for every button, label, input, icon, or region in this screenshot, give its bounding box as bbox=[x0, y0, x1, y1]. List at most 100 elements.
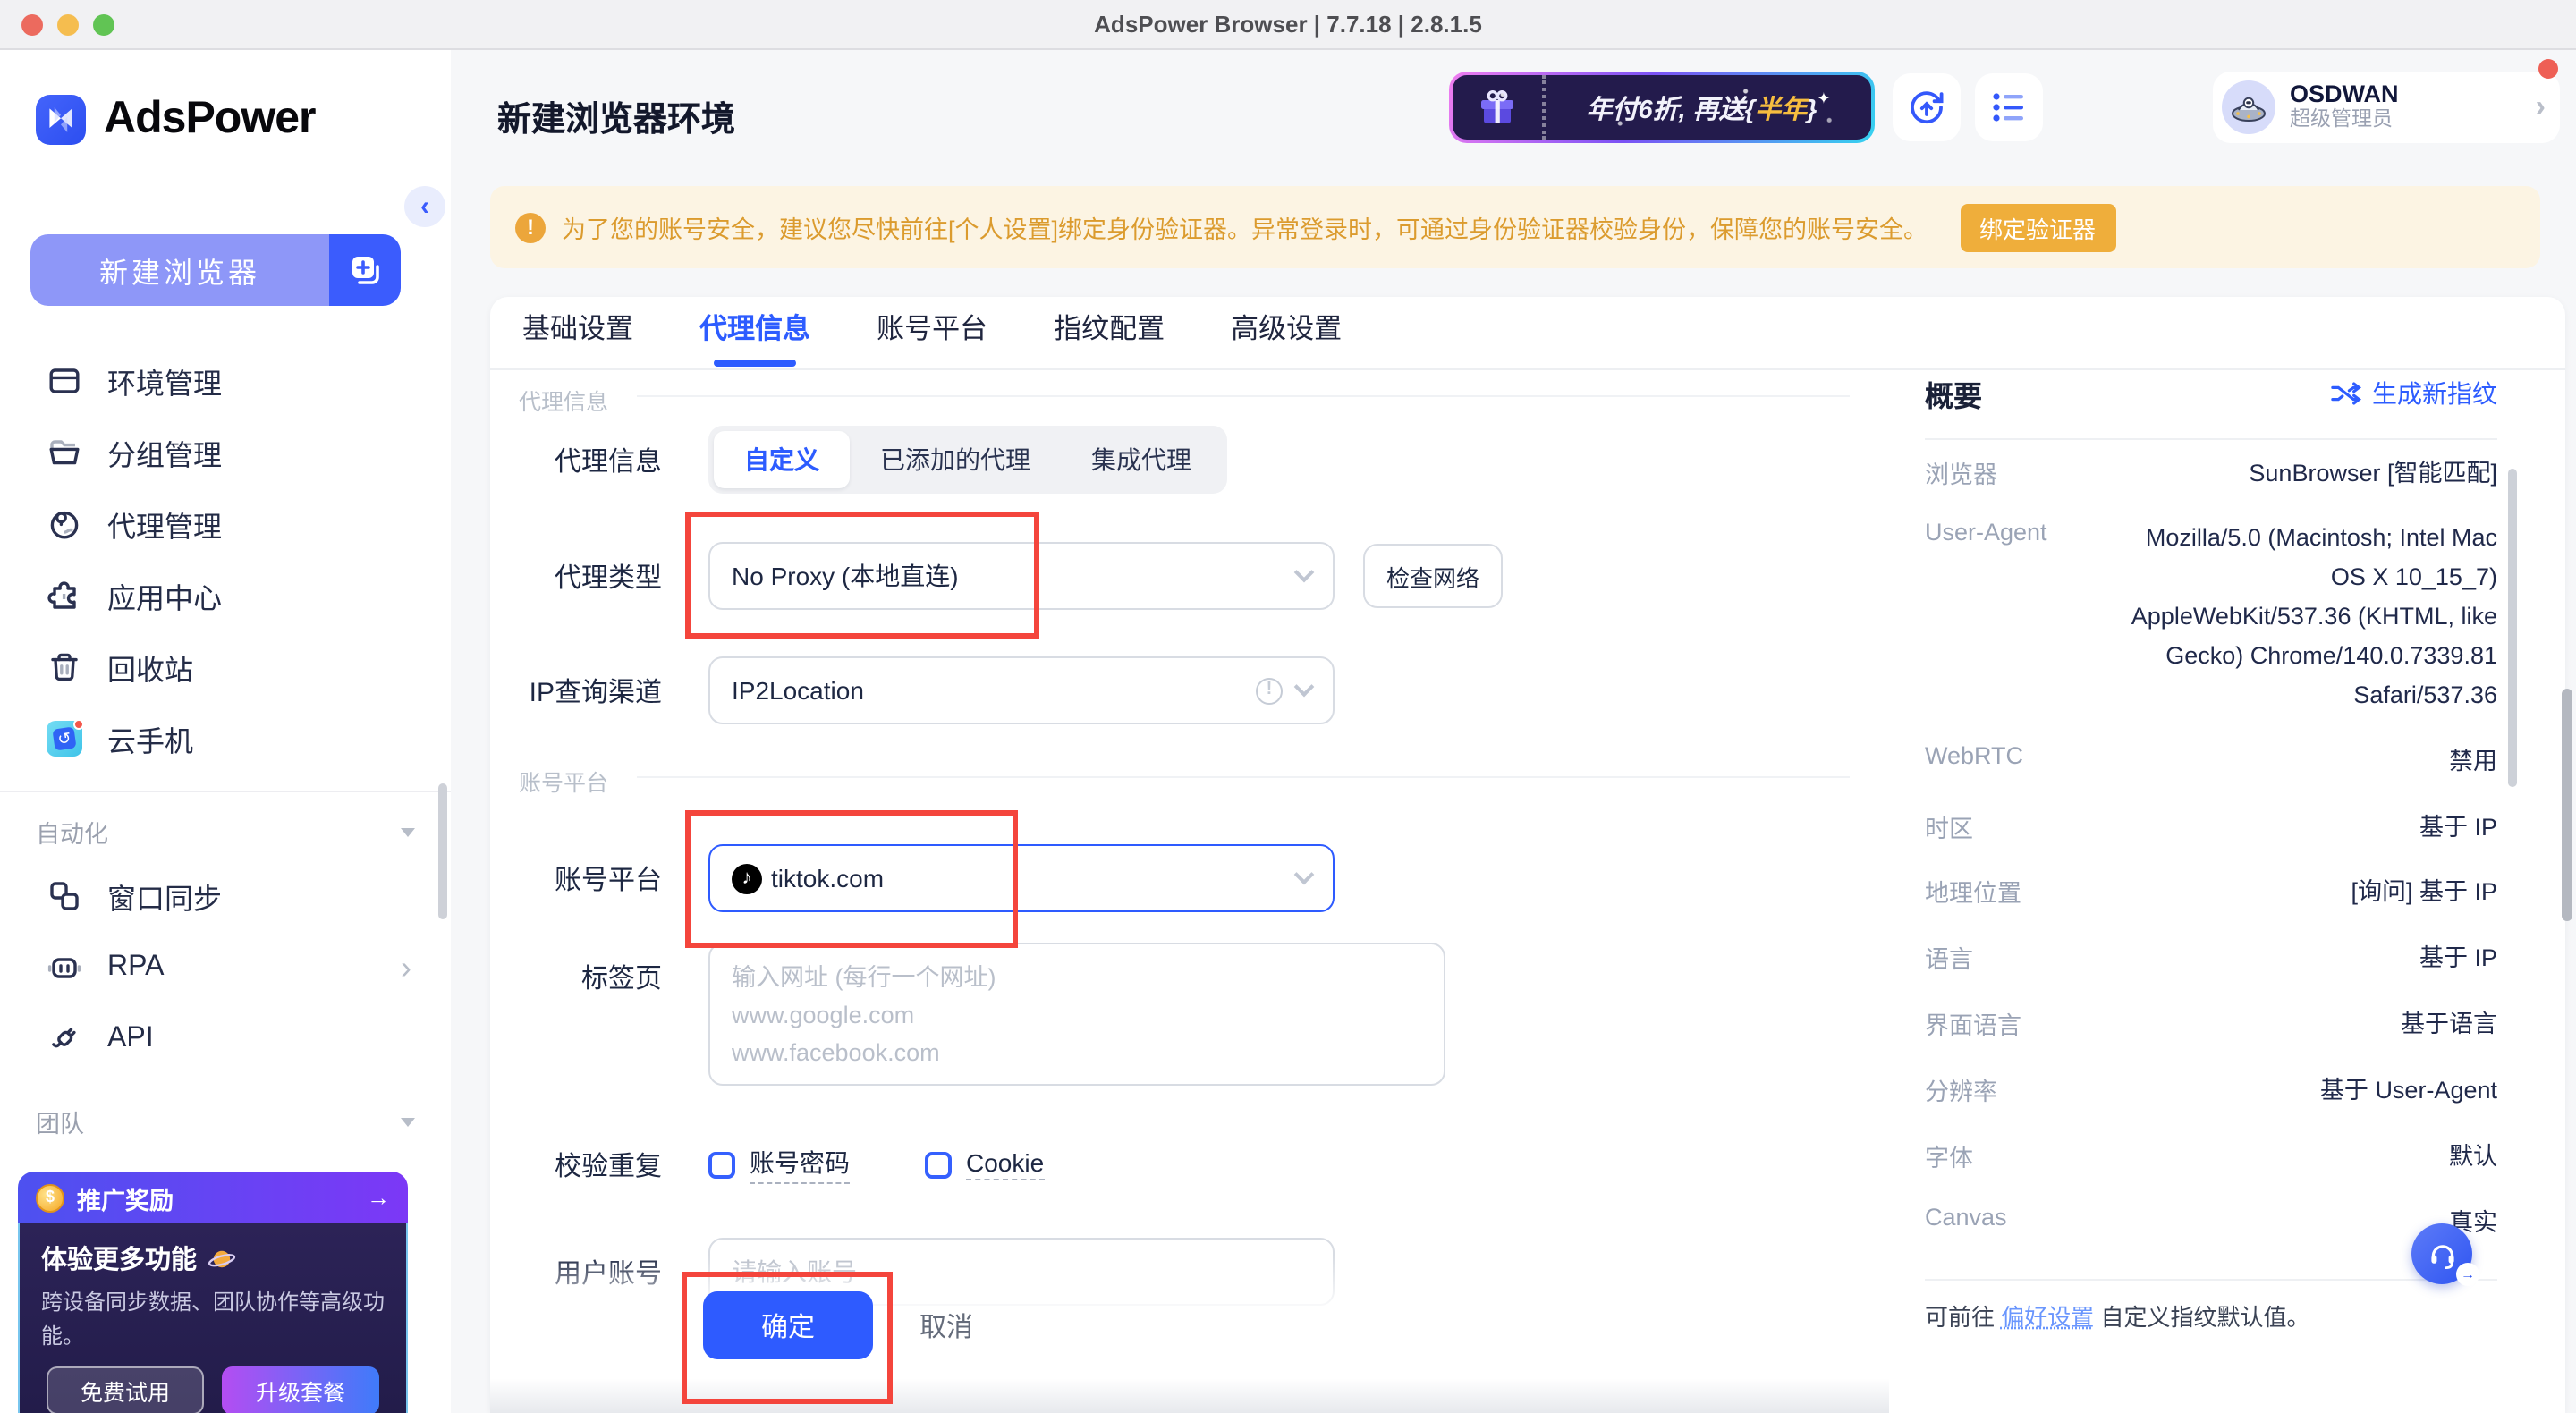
list-icon bbox=[1989, 88, 2029, 127]
refresh-icon bbox=[1907, 88, 1946, 127]
checkbox-icon[interactable] bbox=[925, 1151, 952, 1178]
placeholder-line: www.google.com bbox=[732, 996, 1422, 1034]
tabs-page-textarea[interactable]: 输入网址 (每行一个网址) www.google.com www.faceboo… bbox=[708, 943, 1445, 1086]
page-title: 新建浏览器环境 bbox=[497, 93, 735, 141]
tab-fingerprint-config[interactable]: 指纹配置 bbox=[1054, 296, 1165, 369]
sidebar-item-label: 代理管理 bbox=[107, 503, 222, 546]
page-scrollbar-thumb[interactable] bbox=[2562, 689, 2572, 921]
tab-advanced-settings[interactable]: 高级设置 bbox=[1231, 296, 1342, 369]
chevron-down-icon bbox=[401, 1117, 415, 1126]
proxy-mode-integrated[interactable]: 集成代理 bbox=[1061, 431, 1222, 488]
sidebar-scrollbar-thumb[interactable] bbox=[438, 783, 447, 919]
sidebar-item-groups[interactable]: 分组管理 bbox=[0, 417, 451, 488]
sidebar-item-label: RPA bbox=[107, 952, 164, 984]
summary-row: 分辨率基于 User-Agent bbox=[1925, 1058, 2497, 1124]
robot-icon bbox=[47, 950, 82, 986]
tab-account-platform[interactable]: 账号平台 bbox=[877, 296, 987, 369]
sync-button[interactable] bbox=[1893, 73, 1961, 141]
window-title: AdsPower Browser | 7.7.18 | 2.8.1.5 bbox=[0, 0, 2576, 50]
summary-row: 浏览器SunBrowser [智能匹配] bbox=[1925, 440, 2497, 506]
planet-icon bbox=[208, 1244, 236, 1273]
warning-icon: ! bbox=[515, 212, 546, 242]
ip-channel-label: IP查询渠道 bbox=[490, 672, 662, 709]
sidebar-item-label: API bbox=[107, 1023, 154, 1055]
window-sync-icon bbox=[47, 878, 82, 914]
ip-channel-value: IP2Location bbox=[732, 676, 864, 705]
confirm-button[interactable]: 确定 bbox=[703, 1291, 873, 1359]
chevron-right-icon: › bbox=[401, 949, 411, 986]
avatar bbox=[2222, 80, 2275, 134]
proxy-mode-custom[interactable]: 自定义 bbox=[714, 431, 850, 488]
section-proxy-label: 代理信息 bbox=[519, 383, 608, 417]
section-divider bbox=[637, 395, 1850, 397]
sidebar-item-recycle[interactable]: 回收站 bbox=[0, 631, 451, 703]
ip-channel-select[interactable]: IP2Location ! bbox=[708, 656, 1335, 724]
sidebar-collapse-button[interactable]: ‹ bbox=[404, 186, 445, 227]
proxy-type-row: 代理类型 No Proxy (本地直连) 检查网络 bbox=[490, 542, 1503, 610]
preferences-note: 可前往 偏好设置 自定义指纹默认值。 bbox=[1925, 1299, 2497, 1333]
sidebar: AdsPower ‹ 新建浏览器 环境管理 分组管理 代理管理 bbox=[0, 50, 451, 1413]
tabs-page-row: 标签页 输入网址 (每行一个网址) www.google.com www.fac… bbox=[490, 943, 1445, 1086]
referral-rewards-banner[interactable]: $ 推广奖励 → bbox=[18, 1172, 408, 1223]
check-network-button[interactable]: 检查网络 bbox=[1363, 544, 1503, 608]
dedupe-credentials-checkbox[interactable]: 账号密码 bbox=[708, 1145, 850, 1184]
headset-icon bbox=[2425, 1237, 2459, 1271]
sidebar-item-api[interactable]: API bbox=[0, 1003, 451, 1075]
proxy-mode-added[interactable]: 已添加的代理 bbox=[850, 431, 1061, 488]
proxy-type-select[interactable]: No Proxy (本地直连) bbox=[708, 542, 1335, 610]
section-label: 团队 bbox=[36, 1104, 84, 1139]
cancel-button[interactable]: 取消 bbox=[919, 1291, 973, 1359]
user-name: OSDWAN bbox=[2290, 81, 2399, 109]
panel-scrollbar-thumb[interactable] bbox=[2508, 469, 2517, 787]
sidebar-item-environment[interactable]: 环境管理 bbox=[0, 345, 451, 417]
environment-list-button[interactable] bbox=[1975, 73, 2043, 141]
tiktok-icon: ♪ bbox=[732, 863, 762, 893]
folder-icon bbox=[47, 435, 82, 470]
cloud-phone-icon: ↺ bbox=[47, 721, 82, 757]
chevron-right-icon: › bbox=[2536, 89, 2546, 125]
chevron-down-icon bbox=[1294, 563, 1315, 583]
upgrade-plan-button[interactable]: 升级套餐 bbox=[222, 1366, 379, 1413]
trash-icon bbox=[47, 649, 82, 685]
promo-ticket-banner[interactable]: 年付6折, 再送{半年}✦ bbox=[1449, 72, 1875, 143]
new-browser-plus-icon[interactable] bbox=[329, 234, 401, 306]
plug-icon bbox=[47, 1021, 82, 1057]
macos-titlebar: AdsPower Browser | 7.7.18 | 2.8.1.5 bbox=[0, 0, 2576, 50]
checkbox-label: Cookie bbox=[966, 1148, 1044, 1180]
proxy-info-label: 代理信息 bbox=[490, 441, 662, 478]
bind-authenticator-button[interactable]: 绑定验证器 bbox=[1960, 203, 2115, 251]
proxy-type-value: No Proxy (本地直连) bbox=[732, 558, 959, 594]
customer-support-button[interactable]: → bbox=[2411, 1223, 2472, 1284]
sidebar-nav-automation: 窗口同步 RPA › API bbox=[0, 860, 451, 1075]
notice-text: 为了您的账号安全，建议您尽快前往[个人设置]绑定身份验证器。异常登录时，可通过身… bbox=[562, 209, 1928, 245]
referral-label: 推广奖励 bbox=[77, 1180, 174, 1215]
section-divider bbox=[637, 776, 1850, 778]
sidebar-item-proxy[interactable]: 代理管理 bbox=[0, 488, 451, 560]
dedupe-row: 校验重复 账号密码 Cookie bbox=[490, 1145, 1119, 1184]
promo-title: 体验更多功能 bbox=[41, 1240, 197, 1277]
summary-title: 概要 bbox=[1925, 372, 1982, 415]
sidebar-item-appcenter[interactable]: 应用中心 bbox=[0, 560, 451, 631]
window-icon bbox=[47, 363, 82, 399]
promo-description: 跨设备同步数据、团队协作等高级功能。 bbox=[41, 1286, 385, 1352]
sidebar-item-label: 环境管理 bbox=[107, 360, 222, 402]
tab-basic-settings[interactable]: 基础设置 bbox=[522, 296, 633, 369]
sidebar-item-rpa[interactable]: RPA › bbox=[0, 932, 451, 1003]
checkbox-icon[interactable] bbox=[708, 1151, 735, 1178]
platform-value: tiktok.com bbox=[771, 864, 884, 893]
tab-proxy-info[interactable]: 代理信息 bbox=[699, 296, 810, 369]
free-trial-button[interactable]: 免费试用 bbox=[47, 1366, 204, 1413]
shuffle-icon bbox=[2331, 381, 2361, 406]
preferences-link[interactable]: 偏好设置 bbox=[2001, 1304, 2094, 1331]
new-browser-button[interactable]: 新建浏览器 bbox=[30, 234, 401, 306]
sidebar-section-automation[interactable]: 自动化 bbox=[36, 814, 415, 850]
user-menu[interactable]: OSDWAN 超级管理员 › bbox=[2213, 72, 2560, 143]
generate-fingerprint-link[interactable]: 生成新指纹 bbox=[2331, 376, 2497, 411]
sidebar-section-team[interactable]: 团队 bbox=[36, 1104, 415, 1139]
summary-row: 时区基于 IP bbox=[1925, 794, 2497, 860]
sidebar-item-cloudphone[interactable]: ↺ 云手机 bbox=[0, 703, 451, 774]
dedupe-label: 校验重复 bbox=[490, 1146, 662, 1183]
sidebar-item-window-sync[interactable]: 窗口同步 bbox=[0, 860, 451, 932]
platform-select[interactable]: ♪ tiktok.com bbox=[708, 844, 1335, 912]
dedupe-cookie-checkbox[interactable]: Cookie bbox=[925, 1148, 1044, 1180]
